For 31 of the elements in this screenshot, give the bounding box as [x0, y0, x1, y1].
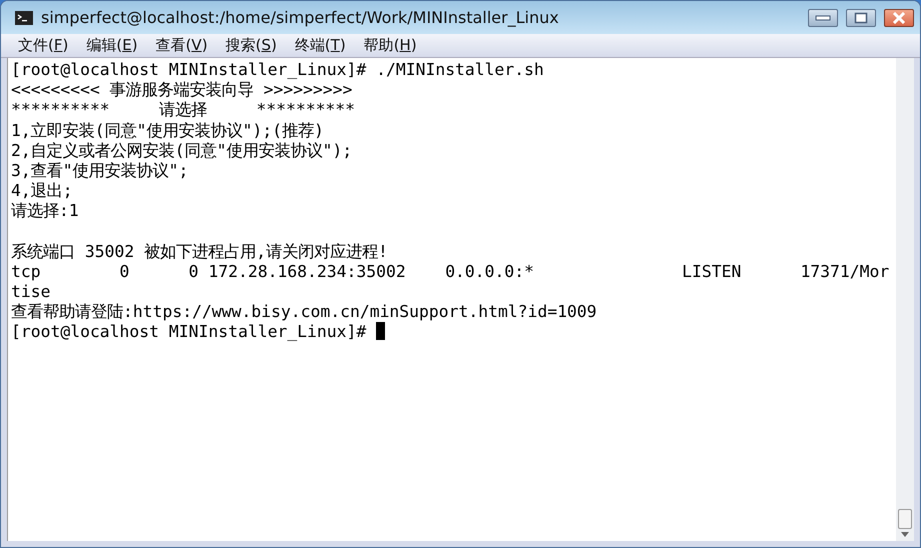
minimize-button[interactable] — [808, 8, 838, 26]
menu-item[interactable]: 编辑(E) — [77, 34, 147, 57]
maximize-icon — [854, 12, 868, 24]
maximize-button[interactable] — [846, 8, 876, 26]
terminal-line: 2,自定义或者公网安装(同意"使用安装协议"); — [11, 140, 352, 160]
close-icon — [892, 12, 906, 24]
text-cursor — [376, 322, 386, 340]
menu-item[interactable]: 查看(V) — [146, 34, 217, 57]
menu-item[interactable]: 终端(T) — [286, 34, 355, 57]
terminal-line: tise — [11, 282, 50, 302]
terminal-line: 系统端口 35002 被如下进程占用,请关闭对应进程! — [11, 242, 388, 261]
close-button[interactable] — [884, 8, 914, 26]
terminal-icon — [15, 10, 33, 24]
terminal-line: 请选择:1 — [11, 201, 79, 220]
terminal-line: 查看帮助请登陆:https://www.bisy.com.cn/minSupport.html?id=1009 — [11, 302, 597, 322]
terminal-line: tcp 0 0 172.28.168.234:35002 0.0.0.0:* LISTEN 17371/Mor — [11, 262, 890, 281]
terminal-line: ********** 请选择 ********** — [11, 100, 356, 120]
terminal-line: 4,退出; — [11, 181, 73, 200]
scroll-down-icon[interactable] — [901, 532, 909, 537]
terminal-line: [root@localhost MINInstaller_Linux]# ./MINInstaller.sh — [11, 60, 544, 79]
minimize-icon — [815, 14, 831, 20]
shell-prompt: [root@localhost MINInstaller_Linux]# — [11, 322, 368, 342]
terminal-line: 3,查看"使用安装协议"; — [11, 160, 188, 180]
menu-item[interactable]: 搜索(S) — [216, 34, 286, 57]
terminal-line: <<<<<<<<< 事游服务端安装向导 >>>>>>>>> — [11, 80, 352, 100]
scroll-thumb[interactable] — [898, 509, 912, 529]
window-title: simperfect@localhost:/home/simperfect/Work/MINInstaller_Linux — [41, 6, 560, 29]
menu-item[interactable]: 帮助(H) — [354, 34, 426, 57]
scrollbar[interactable] — [896, 58, 914, 541]
menu-item[interactable]: 文件(F) — [9, 34, 78, 57]
terminal-line: 1,立即安装(同意"使用安装协议");(推荐) — [11, 120, 324, 140]
